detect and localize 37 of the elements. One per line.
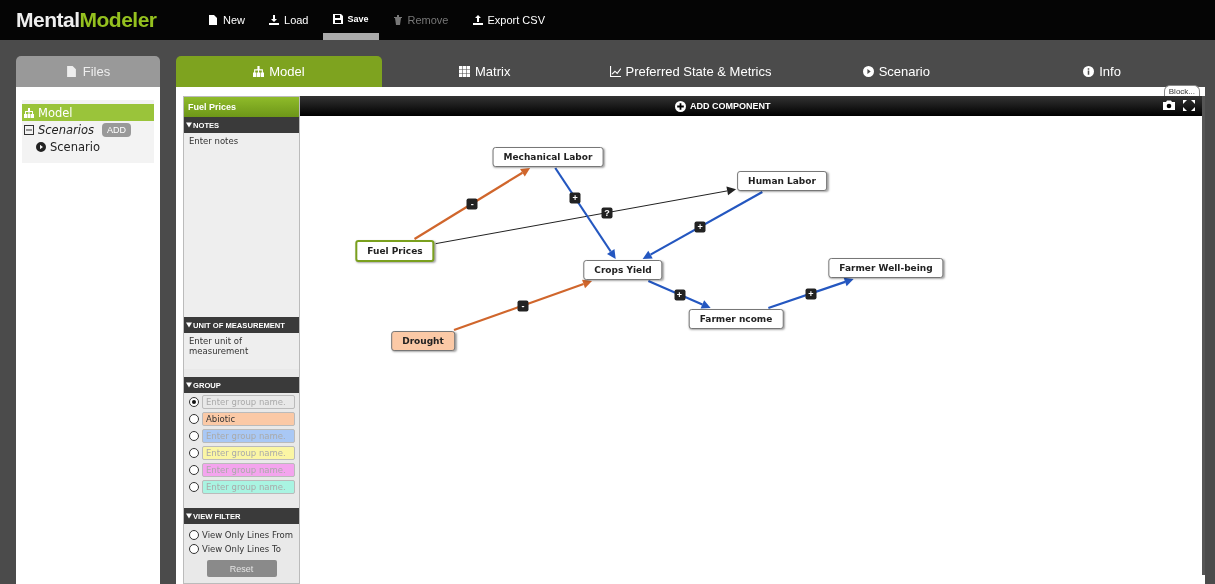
tab[interactable]: Matrix: [381, 56, 588, 87]
concept-node[interactable]: Human Labor: [737, 171, 827, 191]
sign-label[interactable]: -: [517, 300, 529, 311]
group-name-field[interactable]: Abiotic: [202, 412, 295, 426]
app-logo: MentalModeler: [16, 8, 158, 32]
tab[interactable]: Info: [999, 56, 1205, 87]
group-name-field[interactable]: Enter group name.: [202, 480, 295, 494]
sign-label[interactable]: -: [466, 198, 478, 209]
concept-node[interactable]: Fuel Prices: [355, 240, 435, 262]
tab[interactable]: Preferred State & Metrics: [587, 56, 794, 87]
menu-button[interactable]: Save: [322, 0, 379, 40]
sidebar-item[interactable]: Scenario: [22, 138, 154, 155]
sidebar-item[interactable]: Scenarios ADD: [22, 121, 154, 138]
tab[interactable]: Scenario: [793, 56, 1000, 87]
group-name-field[interactable]: Enter group name.: [202, 429, 295, 443]
sign-label[interactable]: +: [569, 192, 581, 204]
concept-node[interactable]: Farmer ncome: [688, 309, 784, 329]
menu-button[interactable]: Export CSV: [462, 0, 555, 40]
concept-node[interactable]: Drought: [391, 331, 455, 351]
concept-node[interactable]: Farmer Well-being: [828, 258, 944, 278]
radio-label: View Only Lines To: [202, 544, 281, 554]
sign-label[interactable]: +: [805, 288, 817, 299]
component-title: Fuel Prices: [184, 97, 299, 117]
sign-label[interactable]: +: [694, 221, 706, 233]
concept-node[interactable]: Mechanical Labor: [492, 147, 604, 167]
add-component-button[interactable]: ADD COMPONENT: [675, 100, 771, 112]
concept-node[interactable]: Crops Yield: [583, 260, 663, 280]
sign-label[interactable]: ?: [601, 207, 613, 219]
block-tab[interactable]: Block...: [1163, 85, 1200, 96]
menu-button[interactable]: New: [198, 0, 255, 40]
group-name-field[interactable]: Enter group name.: [202, 463, 295, 477]
unit-field[interactable]: Enter unit of measurement: [184, 333, 299, 369]
menu-button[interactable]: Load: [259, 0, 319, 40]
notes-field[interactable]: Enter notes: [184, 133, 299, 317]
radio-label: View Only Lines From: [202, 530, 293, 540]
sign-label[interactable]: +: [674, 289, 685, 300]
group-name-field[interactable]: Enter group name.: [202, 446, 295, 460]
